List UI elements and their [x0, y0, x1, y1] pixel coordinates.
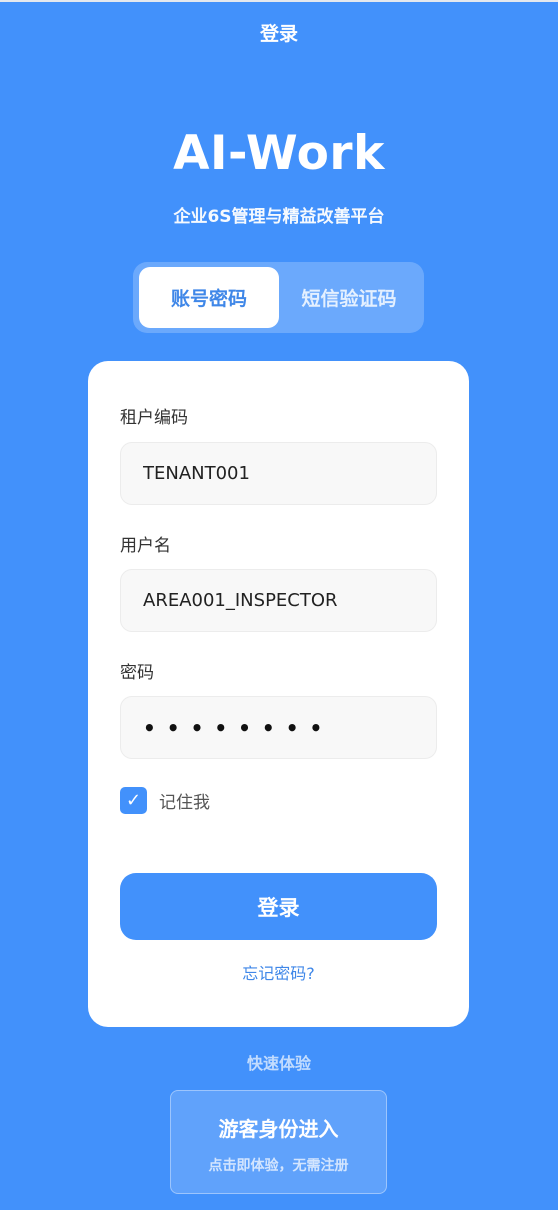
tenant-code-field[interactable] — [120, 442, 437, 505]
username-label: 用户名 — [120, 536, 171, 556]
check-icon: ✓ — [125, 789, 142, 811]
tab-account-password[interactable]: 账号密码 — [139, 267, 279, 328]
password-label: 密码 — [120, 663, 154, 683]
tenant-code-label: 租户编码 — [120, 408, 188, 428]
username-field[interactable] — [120, 569, 437, 632]
login-page: 登录 AI-Work 企业6S管理与精益改善平台 账号密码 短信验证码 租户编码… — [0, 0, 558, 1210]
password-masked-value: •••••••• — [143, 715, 334, 740]
page-title: 登录 — [259, 23, 298, 45]
username-input[interactable] — [143, 590, 414, 611]
tab-sms-code[interactable]: 短信验证码 — [279, 267, 419, 328]
quick-experience-label: 快速体验 — [246, 1054, 311, 1073]
guest-login-button[interactable]: 游客身份进入 点击即体验，无需注册 — [170, 1090, 387, 1194]
top-divider — [0, 0, 558, 2]
brand-name: AI-Work — [173, 126, 385, 181]
brand-tagline: 企业6S管理与精益改善平台 — [173, 207, 385, 227]
login-button[interactable]: 登录 — [120, 873, 437, 940]
remember-me[interactable]: ✓ 记住我 — [120, 786, 210, 814]
remember-me-checkbox[interactable]: ✓ — [120, 786, 147, 814]
login-form-card: 租户编码 用户名 密码 •••••••• ✓ 记住我 登录 忘记密码? — [88, 361, 469, 1027]
forgot-password-link[interactable]: 忘记密码? — [88, 960, 469, 984]
remember-me-label: 记住我 — [159, 792, 210, 813]
guest-login-title: 游客身份进入 — [218, 1117, 339, 1141]
login-method-tabs: 账号密码 短信验证码 — [133, 262, 424, 333]
tenant-code-input[interactable] — [143, 463, 414, 484]
password-field[interactable]: •••••••• — [120, 696, 437, 759]
guest-login-subtitle: 点击即体验，无需注册 — [208, 1158, 349, 1174]
